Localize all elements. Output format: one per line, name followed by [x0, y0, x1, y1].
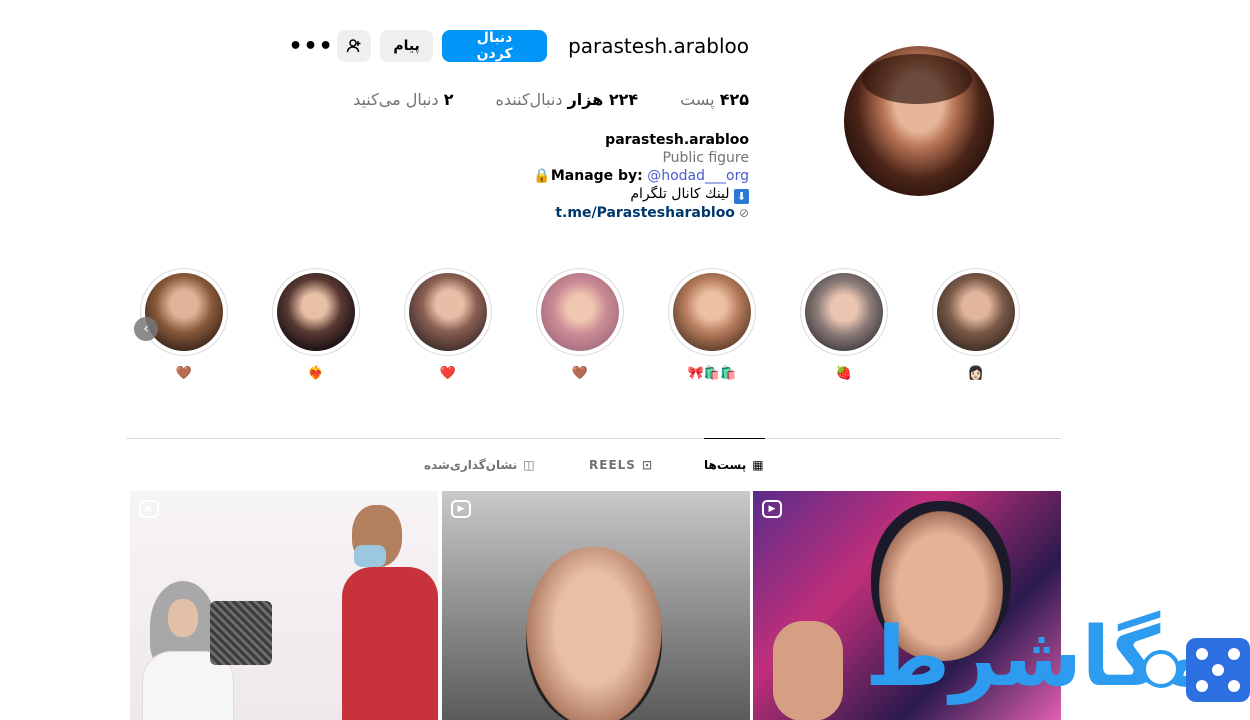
- highlight-label: 🎀🛍️🛍️: [687, 366, 737, 381]
- highlight-ring: [404, 268, 492, 356]
- bio-category: Public figure: [662, 150, 749, 166]
- highlight-thumbnail: [805, 273, 883, 351]
- post-figure-mask: [354, 545, 386, 567]
- story-highlights: 🤎 ❤️‍🔥 ❤️ 🤎 🎀🛍️🛍️ 🍓 👩🏻 ‹: [130, 268, 1050, 388]
- highlight-ring: [932, 268, 1020, 356]
- posts-count-label: پست: [680, 90, 715, 109]
- highlight-ring: [140, 268, 228, 356]
- highlight-thumbnail: [409, 273, 487, 351]
- add-user-icon: [346, 39, 361, 53]
- lock-icon: 🔒: [533, 168, 551, 184]
- followers-count[interactable]: ۲۲۴ هزار دنبال‌کننده: [496, 90, 639, 109]
- tab-reels-label: REELS: [589, 458, 636, 472]
- highlight-item[interactable]: ❤️‍🔥: [272, 268, 360, 382]
- tab-posts[interactable]: پست‌ها ▦: [704, 438, 765, 490]
- dice-logo-icon: [1186, 638, 1250, 702]
- highlight-item[interactable]: 🎀🛍️🛍️: [668, 268, 756, 382]
- bio-manage-line: 🔒Manage by: @hodad___org: [533, 167, 749, 185]
- highlight-thumbnail: [673, 273, 751, 351]
- reel-icon: ▶: [762, 500, 782, 518]
- profile-actions-row: parastesh.arabloo دنبال کردن پیام •••: [288, 30, 749, 62]
- dice-dot: [1228, 648, 1240, 660]
- dice-dot: [1212, 664, 1224, 676]
- profile-tabs: پست‌ها ▦ REELS ⊡ نشان‌گذاری‌شده ◫: [126, 438, 1061, 488]
- highlight-item[interactable]: 👩🏻: [932, 268, 1020, 382]
- highlight-ring: [800, 268, 888, 356]
- followers-count-value: ۲۲۴ هزار: [567, 90, 639, 109]
- tab-tagged[interactable]: نشان‌گذاری‌شده ◫: [424, 439, 536, 491]
- highlight-item[interactable]: ❤️: [404, 268, 492, 382]
- profile-bio: parastesh.arabloo Public figure 🔒Manage …: [533, 131, 749, 222]
- profile-stats: ۴۲۵ پست ۲۲۴ هزار دنبال‌کننده ۲ دنبال می‌…: [353, 90, 749, 109]
- highlight-label: 👩🏻: [967, 366, 985, 381]
- bio-link-line[interactable]: t.me/Parastesharabloo ⊘: [533, 204, 749, 222]
- posts-count[interactable]: ۴۲۵ پست: [680, 90, 749, 109]
- post-figure-body: [342, 567, 438, 720]
- profile-username: parastesh.arabloo: [568, 34, 749, 58]
- dice-dot: [1196, 648, 1208, 660]
- bio-manage-mention[interactable]: @hodad___org: [647, 168, 749, 184]
- profile-header: parastesh.arabloo دنبال کردن پیام ••• ۴۲…: [0, 0, 1250, 240]
- link-icon: ⊘: [738, 206, 749, 220]
- highlight-item[interactable]: 🍓: [800, 268, 888, 382]
- highlight-label: 🍓: [835, 366, 853, 381]
- football-icon: [1142, 650, 1180, 688]
- tab-tagged-label: نشان‌گذاری‌شده: [424, 458, 518, 472]
- tab-posts-label: پست‌ها: [704, 457, 747, 472]
- reel-icon: ▶: [451, 500, 471, 518]
- highlight-ring: [272, 268, 360, 356]
- dice-dot: [1196, 680, 1208, 692]
- bio-telegram-text: لینك كانال تلگرام: [630, 186, 730, 202]
- bio-link[interactable]: t.me/Parastesharabloo: [555, 205, 735, 221]
- post-doctor-figure: [342, 505, 438, 720]
- post-face: [526, 547, 662, 720]
- bio-telegram-line: ⬇ لینك كانال تلگرام: [533, 185, 749, 204]
- bio-name: parastesh.arabloo: [605, 132, 749, 148]
- site-watermark: مگاشرط: [865, 610, 1250, 720]
- following-count-label: دنبال می‌کنید: [353, 90, 439, 109]
- highlight-label: ❤️‍🔥: [307, 366, 325, 381]
- highlight-thumbnail: [541, 273, 619, 351]
- grid-icon: ▦: [752, 457, 765, 472]
- followers-count-label: دنبال‌کننده: [495, 90, 563, 109]
- posts-count-value: ۴۲۵: [719, 90, 749, 109]
- post-figure-face: [168, 599, 198, 637]
- post-thumbnail[interactable]: ▶: [442, 491, 750, 720]
- post-thumbnail[interactable]: ▶: [130, 491, 438, 720]
- highlight-label: 🤎: [175, 366, 193, 381]
- tab-reels[interactable]: REELS ⊡: [589, 439, 653, 491]
- highlight-item[interactable]: 🤎: [536, 268, 624, 382]
- following-count[interactable]: ۲ دنبال می‌کنید: [353, 90, 453, 109]
- reel-icon: ▶: [139, 500, 159, 518]
- highlight-thumbnail: [937, 273, 1015, 351]
- highlight-thumbnail: [277, 273, 355, 351]
- follow-button[interactable]: دنبال کردن: [442, 30, 548, 62]
- profile-avatar[interactable]: [844, 46, 994, 196]
- highlight-ring: [668, 268, 756, 356]
- message-button[interactable]: پیام: [380, 30, 434, 62]
- highlights-prev-button[interactable]: ‹: [134, 317, 158, 341]
- highlight-label: 🤎: [571, 366, 589, 381]
- down-arrow-icon: ⬇: [734, 189, 749, 204]
- highlight-label: ❤️: [439, 366, 457, 381]
- post-bag: [210, 601, 272, 665]
- suggested-users-button[interactable]: [337, 30, 372, 62]
- more-options-button[interactable]: •••: [288, 30, 332, 62]
- post-hand: [773, 621, 843, 720]
- following-count-value: ۲: [443, 90, 454, 109]
- reels-icon: ⊡: [641, 458, 653, 472]
- bio-manage-label: Manage by:: [550, 168, 643, 184]
- dice-dot: [1228, 680, 1240, 692]
- tagged-icon: ◫: [523, 458, 536, 472]
- highlight-ring: [536, 268, 624, 356]
- highlight-thumbnail: [145, 273, 223, 351]
